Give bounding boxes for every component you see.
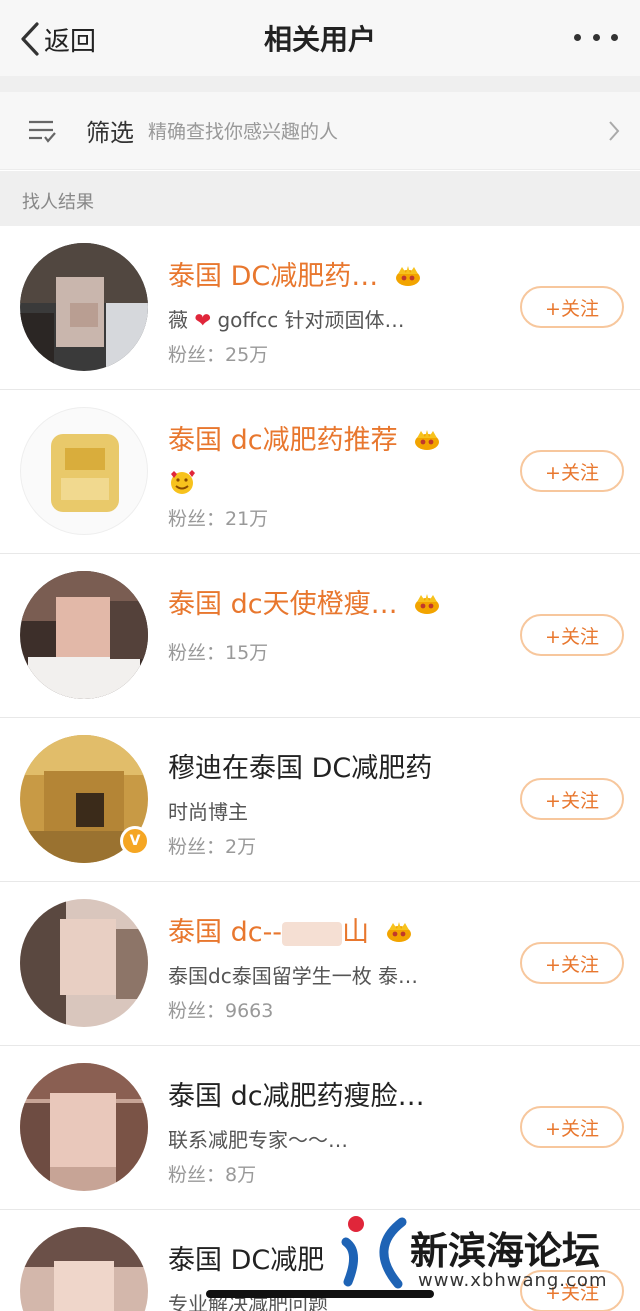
user-name-text: 穆迪在泰国 DC减肥药: [168, 753, 433, 784]
follow-button[interactable]: +关注: [520, 942, 624, 984]
user-name-text: 泰国 dc减肥药推荐: [168, 425, 398, 456]
user-name[interactable]: 泰国 DC减肥: [168, 1238, 324, 1277]
site-logo-icon: [341, 1216, 407, 1289]
fans-count: 粉丝：21万: [168, 508, 269, 530]
page-title: 相关用户: [263, 23, 376, 56]
user-description: [168, 468, 196, 501]
desc-prefix: 薇: [168, 308, 188, 332]
user-name[interactable]: 穆迪在泰国 DC减肥药: [168, 746, 432, 785]
back-button[interactable]: 返回: [20, 20, 96, 58]
user-name[interactable]: 泰国 dc-- 山: [168, 910, 412, 949]
crown-icon: [415, 593, 440, 614]
avatar[interactable]: [20, 1227, 148, 1311]
avatar[interactable]: [20, 243, 148, 371]
user-name-text: 泰国 dc天使橙瘦…: [168, 589, 398, 620]
crown-icon: [395, 265, 420, 286]
fans-count: 粉丝：2万: [168, 836, 257, 858]
avatar[interactable]: [20, 407, 148, 535]
list-item[interactable]: 泰国 dc减肥药瘦脸… 联系减肥专家～～… 粉丝：8万 +关注: [0, 1046, 640, 1210]
user-description: 薇 ❤ goffcc 针对顽固体…: [168, 304, 405, 333]
filter-label: 筛选: [86, 119, 134, 147]
filter-row[interactable]: 筛选 精确查找你感兴趣的人: [0, 92, 640, 170]
user-name-text: 泰国 dc--: [168, 917, 283, 948]
list-item[interactable]: V 穆迪在泰国 DC减肥药 时尚博主 粉丝：2万 +关注: [0, 718, 640, 882]
follow-button[interactable]: +关注: [520, 1106, 624, 1148]
site-watermark: 新滨海论坛 www.xbhwang.com: [340, 1212, 640, 1292]
divider: [0, 76, 640, 92]
heart-icon: ❤: [194, 308, 212, 332]
user-list: 泰国 DC减肥药… 薇 ❤ goffcc 针对顽固体… 粉丝：25万 +关注 泰…: [0, 226, 640, 1311]
user-name-text: 泰国 DC减肥药…: [168, 261, 379, 292]
user-name[interactable]: 泰国 dc减肥药瘦脸…: [168, 1074, 425, 1113]
list-item[interactable]: 泰国 DC减肥药… 薇 ❤ goffcc 针对顽固体… 粉丝：25万 +关注: [0, 226, 640, 390]
user-name[interactable]: 泰国 dc天使橙瘦…: [168, 582, 440, 621]
user-description: 泰国dc泰国留学生一枚 泰…: [168, 964, 419, 988]
user-name-tail: 山: [342, 917, 370, 948]
user-name[interactable]: 泰国 dc减肥药推荐: [168, 418, 440, 457]
list-item[interactable]: 泰国 dc减肥药推荐 粉丝：21万 +关注: [0, 390, 640, 554]
avatar[interactable]: [20, 899, 148, 1027]
verified-badge-icon: V: [120, 826, 150, 856]
follow-button[interactable]: +关注: [520, 614, 624, 656]
chevron-left-icon: [21, 22, 39, 56]
watermark-title: 新滨海论坛: [410, 1229, 601, 1273]
filter-list-icon: [29, 120, 56, 143]
chevron-right-icon: [609, 121, 620, 141]
user-name-text: 泰国 dc减肥药瘦脸…: [168, 1081, 425, 1112]
dot-icon: [574, 33, 581, 41]
blurred-text: [282, 921, 343, 946]
home-indicator[interactable]: [206, 1290, 434, 1298]
fans-count: 粉丝：9663: [168, 1000, 274, 1022]
filter-hint: 精确查找你感兴趣的人: [148, 121, 339, 143]
avatar[interactable]: [20, 1063, 148, 1191]
fans-count: 粉丝：8万: [168, 1164, 257, 1186]
avatar[interactable]: [20, 571, 148, 699]
user-name[interactable]: 泰国 DC减肥药…: [168, 254, 421, 293]
desc-suffix: goffcc 针对顽固体…: [217, 308, 405, 332]
crown-icon: [386, 921, 411, 942]
list-item[interactable]: 泰国 dc天使橙瘦… 粉丝：15万 +关注: [0, 554, 640, 718]
dot-icon: [611, 33, 618, 41]
fans-count: 粉丝：15万: [168, 642, 269, 664]
user-description: 时尚博主: [168, 800, 248, 824]
fans-count: 粉丝：25万: [168, 344, 269, 366]
more-options-button[interactable]: [574, 22, 618, 52]
crown-icon: [415, 429, 440, 450]
dot-icon: [592, 33, 600, 41]
follow-button[interactable]: +关注: [520, 778, 624, 820]
user-name-text: 泰国 DC减肥: [168, 1245, 325, 1276]
follow-button[interactable]: +关注: [520, 450, 624, 492]
back-label: 返回: [44, 26, 97, 57]
list-item[interactable]: 泰国 dc-- 山 泰国dc泰国留学生一枚 泰… 粉丝：9663 +关注: [0, 882, 640, 1046]
user-description: 联系减肥专家～～…: [168, 1128, 348, 1152]
section-label: 找人结果: [0, 171, 640, 226]
smiling-face-with-hearts-icon: [171, 470, 195, 494]
top-bar: 返回 相关用户: [0, 0, 640, 76]
follow-button[interactable]: +关注: [520, 286, 624, 328]
watermark-url: www.xbhwang.com: [418, 1270, 608, 1291]
